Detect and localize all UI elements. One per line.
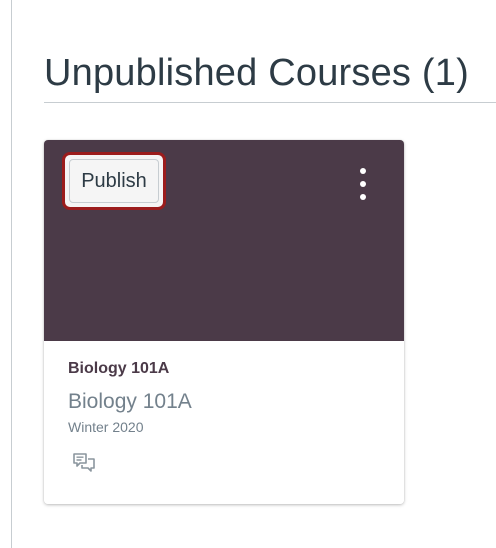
- course-card-options-button[interactable]: [348, 166, 378, 202]
- kebab-menu-icon: [360, 194, 366, 200]
- publish-button-label: Publish: [81, 169, 147, 192]
- discussions-icon: [73, 453, 95, 472]
- section-divider: [44, 102, 496, 103]
- course-code: Biology 101A: [68, 390, 192, 413]
- kebab-menu-icon: [360, 168, 366, 174]
- course-title-link[interactable]: Biology 101A: [68, 360, 169, 378]
- publish-button[interactable]: Publish: [62, 152, 166, 210]
- course-card[interactable]: Publish Biology 101A Biology 101A Winter…: [44, 140, 404, 504]
- page: Unpublished Courses (1) Publish Biology …: [0, 0, 496, 548]
- section-heading: Unpublished Courses (1): [44, 52, 469, 94]
- course-card-hero[interactable]: Publish: [44, 140, 404, 341]
- kebab-menu-icon: [360, 181, 366, 187]
- course-term: Winter 2020: [68, 419, 144, 435]
- course-card-body: Biology 101A Biology 101A Winter 2020: [44, 341, 404, 504]
- left-border-divider: [11, 0, 12, 548]
- discussions-button[interactable]: [72, 451, 96, 475]
